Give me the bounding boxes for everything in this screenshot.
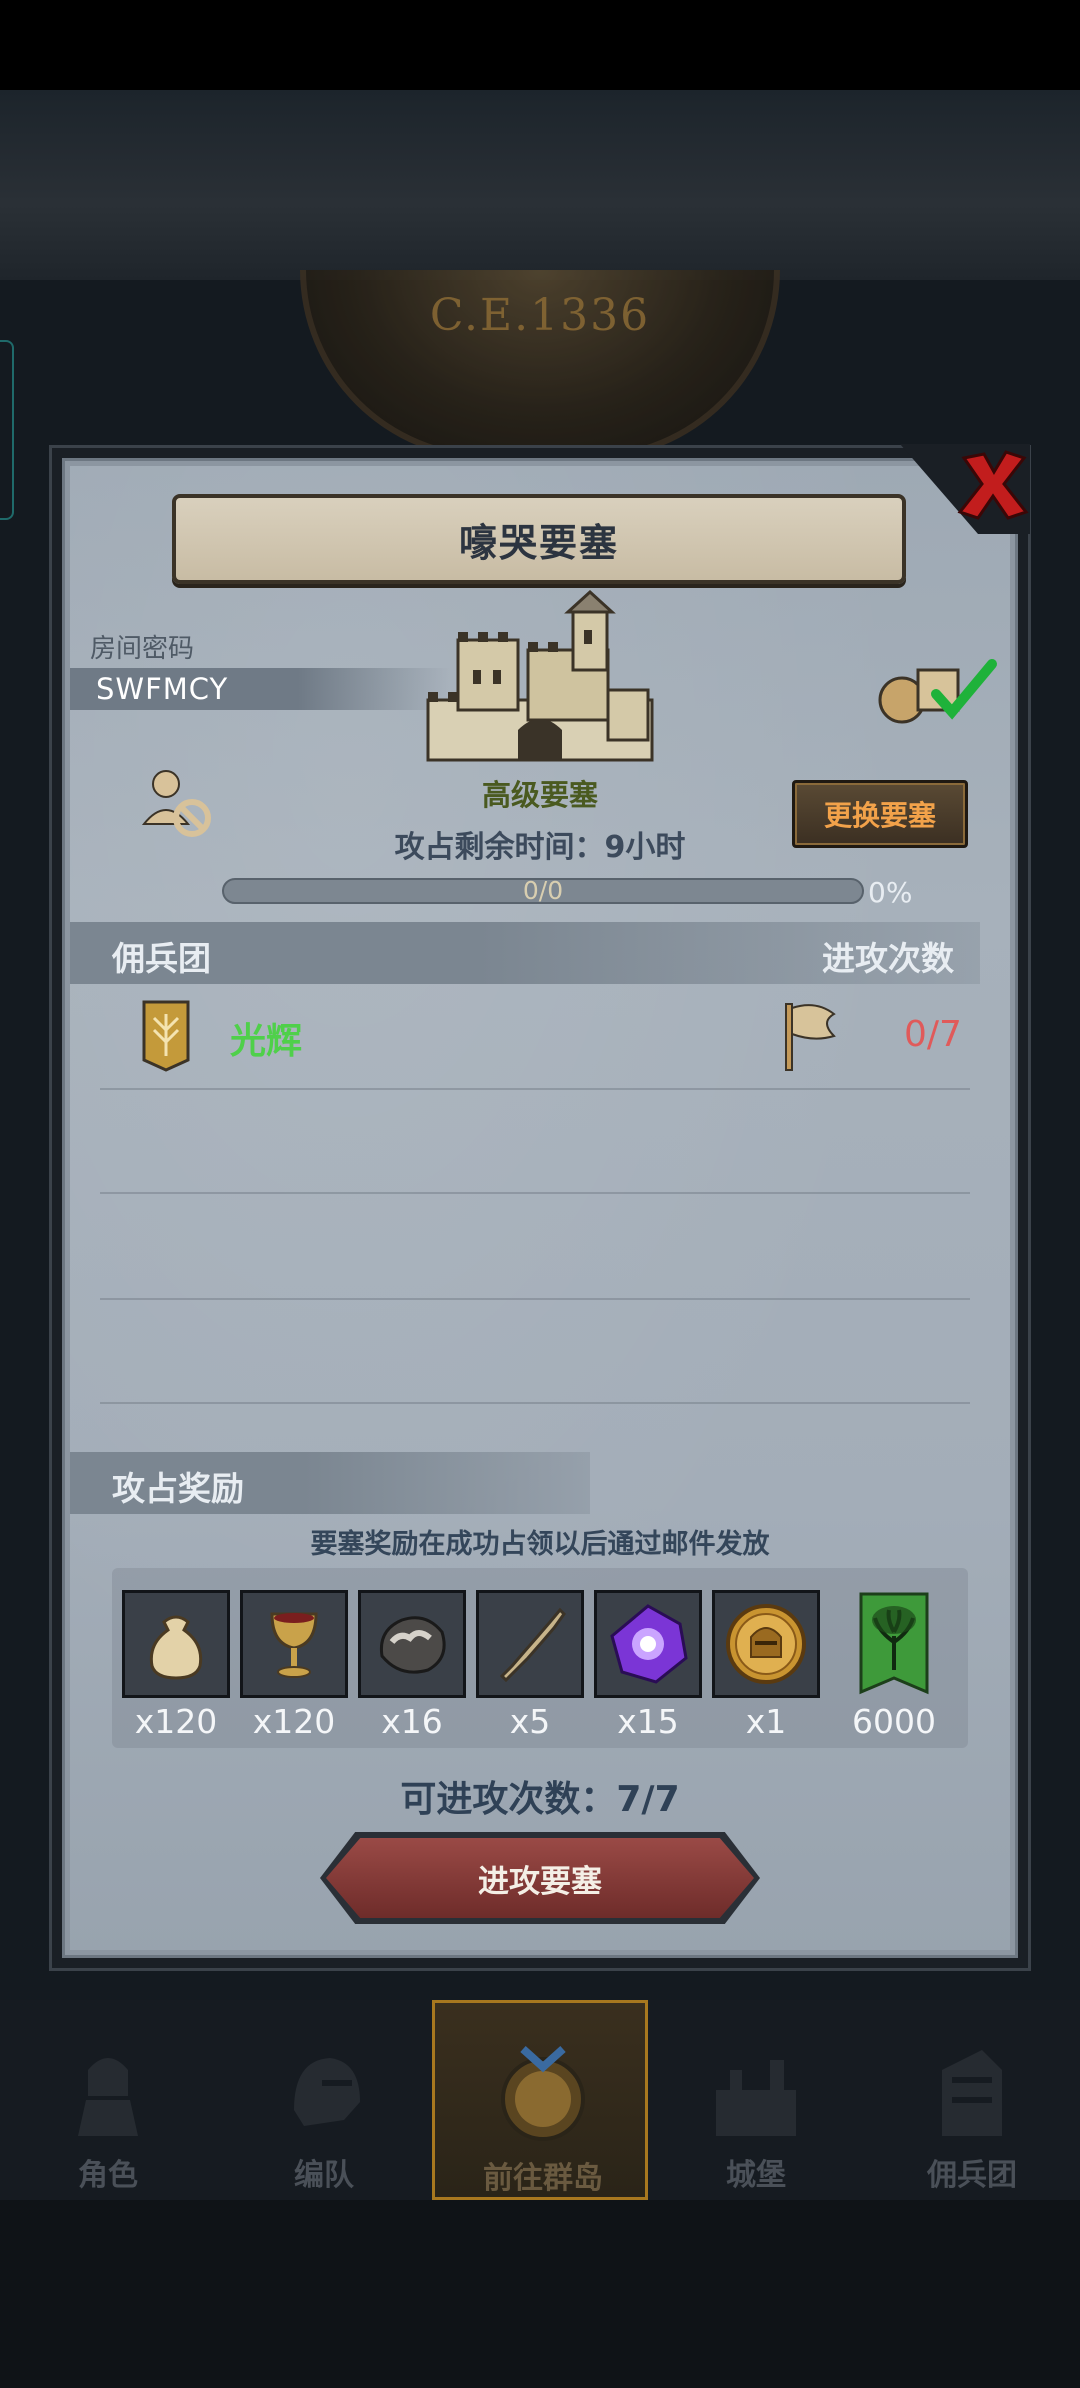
reward-frame [358, 1590, 466, 1698]
nav-label: 前往群岛 [483, 2161, 603, 2196]
nav-item-character[interactable]: 角色 [0, 2000, 216, 2200]
reward-item[interactable]: x1 [712, 1590, 820, 1741]
attack-fortress-label: 进攻要塞 [478, 1863, 602, 1900]
era-label: C.E.1336 [429, 290, 651, 341]
attack-count-header: 进攻次数 [822, 939, 954, 978]
reward-item[interactable]: x120 [240, 1590, 348, 1741]
room-code-label: 房间密码 [90, 634, 195, 664]
progress-percent: 0% [868, 876, 913, 909]
reward-item[interactable]: x16 [358, 1590, 466, 1741]
progress-text: 0/0 [522, 876, 564, 905]
flag-icon [785, 1003, 836, 1071]
close-button[interactable] [948, 440, 1038, 530]
nav-item-formation[interactable]: 编队 [216, 2000, 432, 2200]
reward-qty: 6000 [852, 1702, 936, 1741]
rewards-section-title: 攻占奖励 [112, 1469, 244, 1508]
reward-item[interactable]: x120 [122, 1590, 230, 1741]
reward-qty: x5 [509, 1702, 551, 1741]
knight-coin-icon [726, 1604, 806, 1684]
island-icon [501, 2046, 585, 2141]
time-left: 攻占剩余时间：9小时 [394, 830, 686, 865]
reward-qty: x15 [617, 1702, 679, 1741]
reward-note: 要塞奖励在成功占领以后通过邮件发放 [310, 1529, 770, 1560]
reward-frame [240, 1590, 348, 1698]
nav-item-mercenary[interactable]: 佣兵团 [864, 2000, 1080, 2200]
castle-icon [716, 2060, 796, 2136]
ore-icon [379, 1616, 446, 1674]
reward-frame [712, 1590, 820, 1698]
nav-label: 角色 [78, 2158, 138, 2193]
guild-banner-icon [859, 1592, 929, 1695]
goblet-icon [270, 1612, 318, 1678]
row-divider [100, 1298, 970, 1300]
reward-qty: x1 [745, 1702, 787, 1741]
remaining-attempts: 可进攻次数：7/7 [400, 1779, 680, 1820]
guild-name[interactable]: 光辉 [230, 1012, 302, 1064]
reward-qty: x120 [252, 1702, 336, 1741]
bag-check-icon[interactable] [874, 656, 1004, 726]
nav-item-islands[interactable]: 前往群岛 [432, 2000, 648, 2200]
close-icon [957, 450, 1029, 520]
room-code[interactable]: SWFMCY [96, 672, 228, 706]
bottom-background [0, 2200, 1080, 2388]
reward-item[interactable]: x5 [476, 1590, 584, 1741]
mercenary-icon [942, 2050, 1002, 2136]
guild-attack-count: 0/7 [904, 1014, 962, 1055]
reward-frame [122, 1590, 230, 1698]
title-plaque: 嚎哭要塞 [172, 494, 906, 584]
nav-label: 佣兵团 [927, 2158, 1017, 2193]
knight-icon [78, 2058, 138, 2136]
row-divider [100, 1192, 970, 1194]
row-divider [100, 1088, 970, 1090]
guild-section-title: 佣兵团 [112, 939, 211, 978]
helmet-icon [294, 2058, 360, 2126]
reward-frame [594, 1590, 702, 1698]
reward-frame [840, 1590, 948, 1698]
reward-frame [476, 1590, 584, 1698]
horn-icon [499, 1607, 566, 1683]
nav-item-castle[interactable]: 城堡 [648, 2000, 864, 2200]
side-tab[interactable] [0, 340, 14, 520]
reward-qty: x120 [134, 1702, 218, 1741]
purple-crystal-icon [610, 1604, 688, 1684]
fortress-icon [426, 590, 654, 762]
row-divider [100, 1402, 970, 1404]
background-upper [0, 90, 1080, 280]
dialog-title: 嚎哭要塞 [458, 520, 619, 565]
reward-qty: x16 [381, 1702, 443, 1741]
attack-fortress-button[interactable]: 进攻要塞 [326, 1838, 754, 1918]
nav-label: 城堡 [726, 2158, 786, 2193]
reward-item[interactable]: x15 [594, 1590, 702, 1741]
guild-emblem-icon [142, 1000, 190, 1072]
nav-label: 编队 [294, 2158, 354, 2193]
status-bar [0, 0, 1080, 90]
reward-item[interactable]: 6000 [840, 1590, 948, 1741]
money-bag-icon [149, 1615, 203, 1680]
